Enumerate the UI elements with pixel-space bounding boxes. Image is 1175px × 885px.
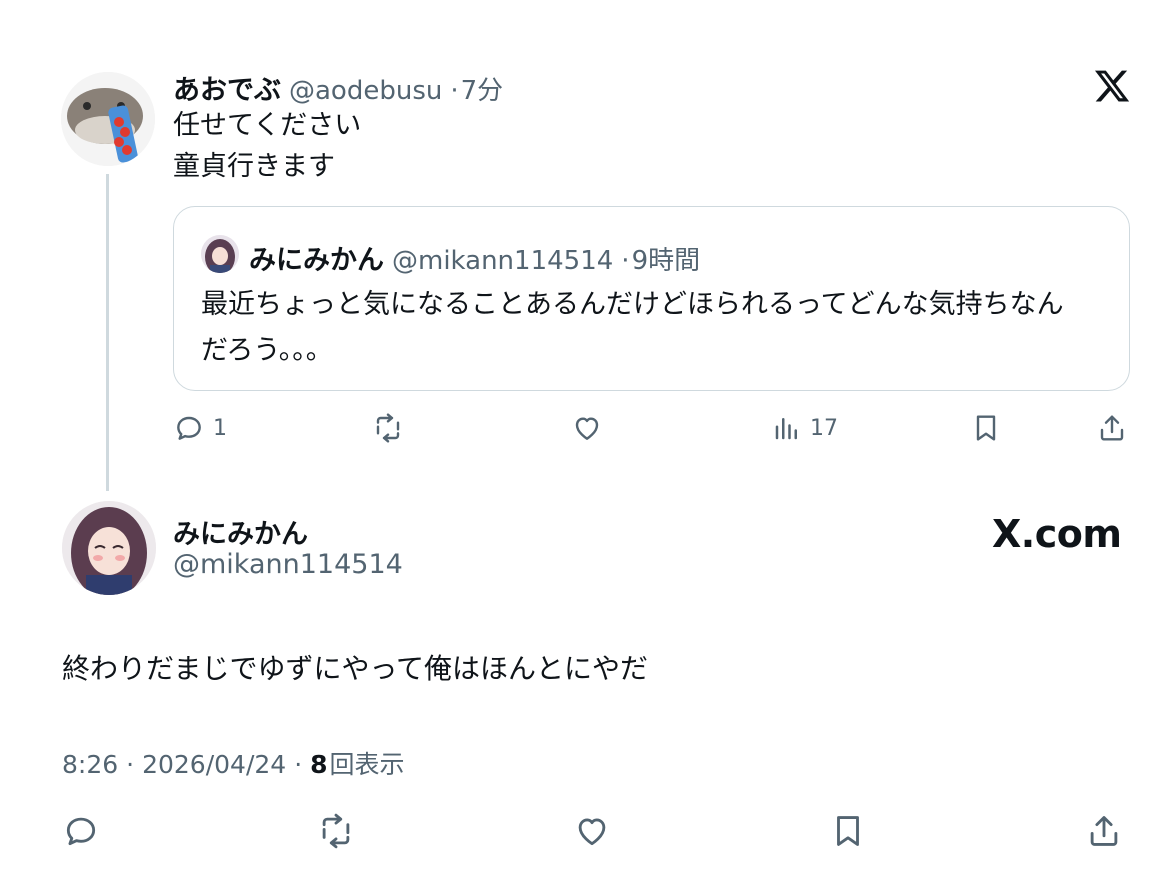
post-time[interactable]: 8:26 [62,750,118,779]
main-post-text: 終わりだまじでゆずにやって俺はほんとにやだ [62,652,649,685]
quote-separator: · [621,246,630,276]
quote-text-line-1: 最近ちょっと気になることあるんだけどほられるってどんな気持ちなん [201,289,1064,320]
like-icon [578,818,606,846]
post-views-number: 8 [310,750,328,779]
reply-separator: · [450,76,459,106]
retweet-icon [322,813,350,849]
reply-views-button[interactable]: 17 [772,412,838,444]
retweet-icon [376,413,400,443]
share-icon [1100,415,1124,441]
reply-like-button[interactable] [570,412,604,444]
quote-display-name: みにみかん [249,245,384,276]
quote-avatar [201,235,239,273]
reply-avatar[interactable] [61,72,155,166]
main-retweet-button[interactable] [314,812,358,850]
quote-header: みにみかん @mikann114514 · 9時間 [249,238,700,277]
main-bookmark-button[interactable] [829,812,867,850]
quote-handle: @mikann114514 [392,246,614,276]
reply-bookmark-button[interactable] [970,412,1002,444]
quote-time: 9時間 [631,246,701,276]
main-avatar[interactable] [62,501,156,595]
reply-text-line-2: 童貞行きます [173,151,335,182]
reply-retweet-button[interactable] [370,412,406,444]
main-like-button[interactable] [572,812,612,850]
reply-display-name[interactable]: あおでぶ [173,68,281,107]
reply-text-line-1: 任せてください [173,110,362,141]
reply-reply-button[interactable]: 1 [173,412,227,444]
reply-icon [177,416,201,440]
reply-icon [66,817,96,846]
views-count: 17 [810,415,838,441]
bookmark-icon [976,415,996,441]
quote-text-line-2: だろう。。。 [201,335,333,366]
main-post-meta-row: 8:26 · 2026/04/24 · 8 回表示 [62,745,405,781]
reply-time[interactable]: 7分 [461,70,504,107]
main-handle[interactable]: @mikann114514 [173,549,403,580]
main-share-button[interactable] [1085,812,1123,850]
bookmark-icon [837,816,859,846]
main-reply-button[interactable] [62,812,100,850]
reply-header: あおでぶ @aodebusu · 7分 [173,68,503,107]
like-icon [575,417,599,440]
share-icon [1090,816,1118,846]
reply-share-button[interactable] [1096,412,1128,444]
x-logo-icon[interactable] [1093,67,1131,105]
meta-dot-2: · [294,750,303,779]
reply-handle[interactable]: @aodebusu [289,76,442,106]
views-icon [775,418,797,440]
x-com-branding: X.com [992,512,1122,556]
thread-connector-line [106,174,109,491]
post-views-label: 回表示 [329,750,405,779]
main-display-name[interactable]: みにみかん [173,512,308,551]
post-date[interactable]: 2026/04/24 [142,750,286,779]
meta-dot-1: · [126,750,135,779]
reply-count: 1 [213,415,227,441]
